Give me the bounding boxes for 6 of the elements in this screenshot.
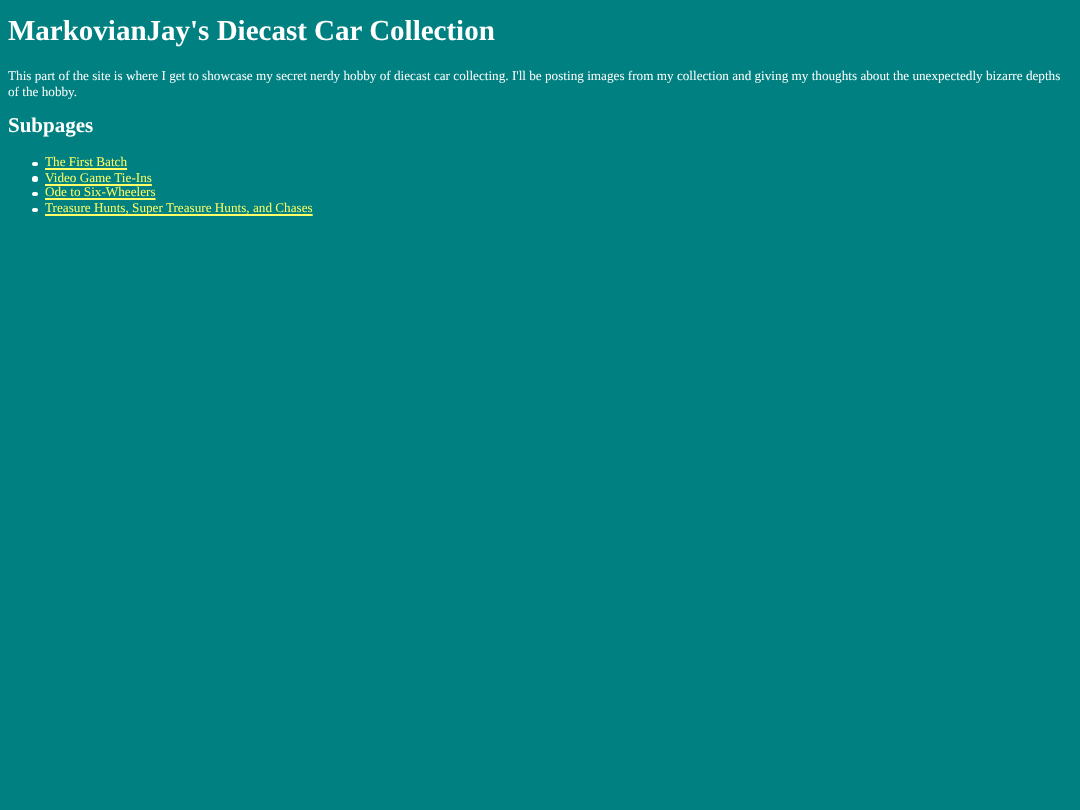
bullet-icon — [32, 161, 37, 167]
bullet-icon — [32, 176, 37, 182]
section-heading: Subpages — [8, 116, 96, 141]
bullet-icon — [32, 191, 37, 197]
bullet-icon — [32, 207, 37, 213]
page-title: MarkovianJay's Diecast Car Collection — [8, 16, 497, 50]
